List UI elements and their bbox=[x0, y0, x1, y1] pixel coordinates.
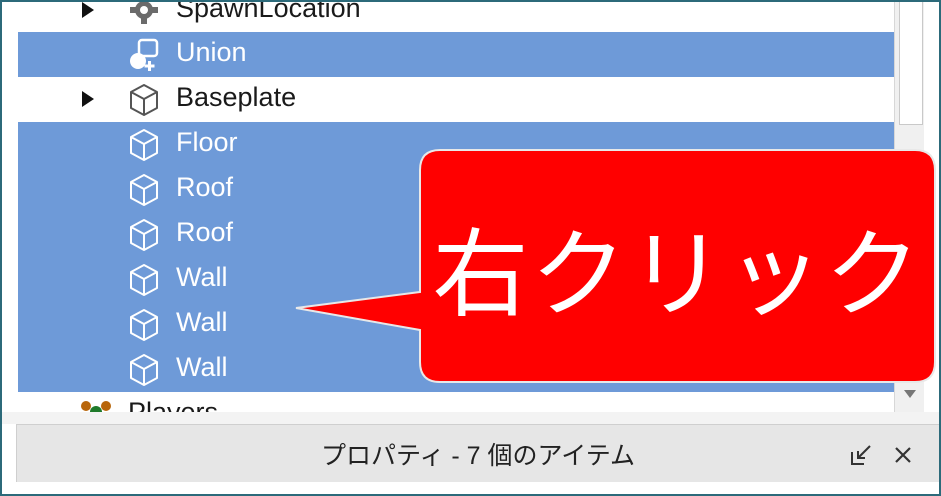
tree-item-label: Wall bbox=[176, 307, 228, 337]
scroll-down-arrow-icon[interactable] bbox=[895, 380, 925, 408]
tree-item-label: Roof bbox=[176, 172, 234, 202]
spawn-gear-icon bbox=[130, 2, 158, 24]
expand-arrow-icon[interactable] bbox=[82, 2, 94, 18]
tree-item-union[interactable]: Union bbox=[18, 32, 894, 77]
close-icon[interactable] bbox=[887, 439, 919, 471]
tree-item-label: Roof bbox=[176, 217, 234, 247]
scrollbar-thumb[interactable] bbox=[899, 2, 923, 125]
tree-item-spawnlocation[interactable]: SpawnLocation bbox=[18, 2, 894, 33]
panel-body-edge bbox=[2, 482, 939, 494]
tree-item-label: Floor bbox=[176, 127, 238, 157]
part-cube-icon bbox=[130, 219, 158, 251]
properties-panel-header: プロパティ - 7 個のアイテム bbox=[16, 424, 939, 484]
tree-item-label: Baseplate bbox=[176, 82, 297, 112]
tree-item-label: Union bbox=[176, 37, 247, 67]
tree-item-label: Wall bbox=[176, 352, 228, 382]
part-cube-icon bbox=[130, 354, 158, 386]
part-cube-icon bbox=[130, 129, 158, 161]
dock-icon[interactable] bbox=[845, 439, 877, 471]
callout-text: 右クリック bbox=[432, 218, 923, 331]
part-cube-icon bbox=[130, 309, 158, 341]
tree-item-label: Players bbox=[128, 397, 219, 412]
tree-item-label: Wall bbox=[176, 262, 228, 292]
tree-item-baseplate[interactable]: Baseplate bbox=[18, 77, 894, 122]
tree-item-label: SpawnLocation bbox=[176, 2, 361, 23]
tree-item-players[interactable]: Players bbox=[18, 392, 894, 412]
part-cube-icon bbox=[130, 84, 158, 116]
union-icon bbox=[130, 38, 159, 71]
part-cube-icon bbox=[130, 264, 158, 296]
expand-arrow-icon[interactable] bbox=[82, 91, 94, 107]
part-cube-icon bbox=[130, 174, 158, 206]
players-icon bbox=[81, 401, 111, 412]
panel-divider[interactable] bbox=[2, 412, 939, 424]
properties-panel-title: プロパティ - 7 個のアイテム bbox=[320, 442, 636, 470]
